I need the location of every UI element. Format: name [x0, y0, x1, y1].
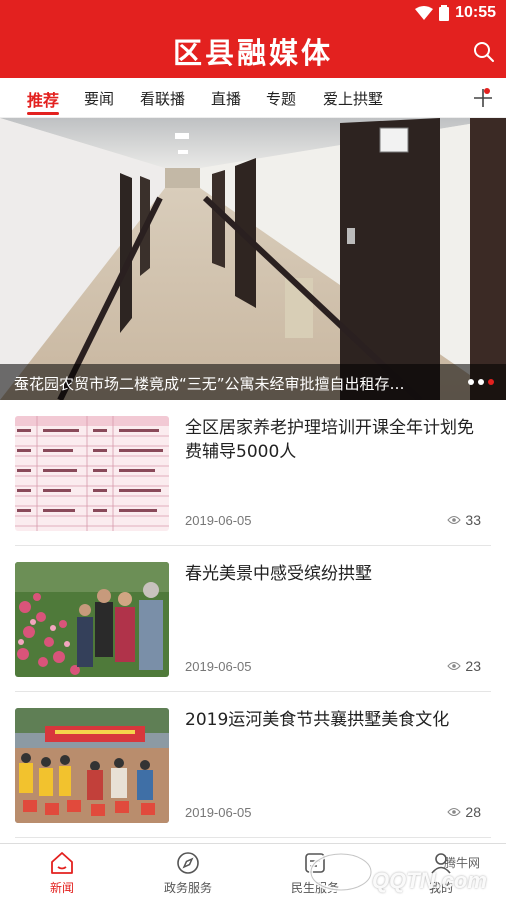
banner-image: [0, 118, 506, 400]
news-title: 全区居家养老护理培训开课全年计划免费辅导5000人: [185, 418, 474, 462]
eye-icon: [447, 516, 462, 524]
tab-topics[interactable]: 专题: [266, 88, 296, 109]
compass-icon: [177, 852, 199, 874]
news-date: 2019-06-05: [185, 659, 252, 674]
view-count: 33: [447, 512, 481, 528]
watermark: 腾牛网 QQTN.com: [306, 848, 496, 896]
channel-tabs: 推荐 要闻 看联播 直播 专题 爱上拱墅: [0, 78, 506, 118]
news-thumbnail: [15, 708, 169, 823]
view-count-value: 23: [465, 658, 481, 674]
news-thumbnail: [15, 562, 169, 677]
status-bar: 10:55: [415, 4, 496, 22]
food-festival-image: [15, 708, 169, 823]
watermark-domain: QQTN.com: [372, 868, 487, 893]
news-thumbnail: [15, 416, 169, 531]
flower-garden-image: [15, 562, 169, 677]
status-time: 10:55: [455, 4, 496, 21]
news-item[interactable]: 春光美景中感受缤纷拱墅 2019-06-05 23: [15, 546, 491, 692]
banner-caption-bar: 蚕花园农贸市场二楼竟成“三无”公寓未经审批擅自出租存…: [0, 364, 506, 400]
search-icon: [474, 42, 494, 62]
nav-label: 新闻: [49, 881, 74, 895]
notification-dot: [484, 88, 490, 94]
nav-government-services[interactable]: 政务服务: [143, 850, 233, 896]
carousel-indicator: [468, 379, 494, 385]
tab-live[interactable]: 直播: [211, 88, 241, 109]
view-count-value: 33: [465, 512, 481, 528]
tab-headlines[interactable]: 要闻: [84, 88, 114, 109]
home-icon: [51, 852, 73, 874]
tab-broadcast[interactable]: 看联播: [140, 88, 185, 109]
app-title: 区县融媒体: [172, 36, 333, 70]
view-count: 28: [447, 804, 481, 820]
table-document-image: [15, 416, 169, 531]
view-count-value: 28: [465, 804, 481, 820]
news-title: 春光美景中感受缤纷拱墅: [185, 564, 372, 584]
tab-recommend[interactable]: 推荐: [27, 87, 59, 111]
plus-icon: [474, 89, 492, 107]
watermark-logo-icon: [309, 852, 373, 892]
banner-caption: 蚕花园农贸市场二楼竟成“三无”公寓未经审批擅自出租存…: [14, 375, 405, 393]
news-item[interactable]: 全区居家养老护理培训开课全年计划免费辅导5000人 2019-06-05 33: [15, 400, 491, 546]
news-title: 2019运河美食节共襄拱墅美食文化: [185, 710, 450, 730]
nav-label: 政务服务: [163, 881, 212, 895]
carousel-dot-active: [488, 379, 494, 385]
news-item[interactable]: 2019运河美食节共襄拱墅美食文化 2019-06-05 28: [15, 692, 491, 838]
news-date: 2019-06-05: [185, 513, 252, 528]
carousel-dot: [478, 379, 484, 385]
eye-icon: [447, 808, 462, 816]
search-button[interactable]: [470, 38, 498, 66]
wifi-icon: [415, 6, 434, 20]
app-header: 10:55 区县融媒体: [0, 0, 506, 78]
nav-news[interactable]: 新闻: [17, 850, 107, 896]
battery-icon: [439, 5, 450, 21]
add-channel-button[interactable]: [470, 84, 496, 110]
carousel-dot: [468, 379, 474, 385]
eye-icon: [447, 662, 462, 670]
featured-banner[interactable]: 蚕花园农贸市场二楼竟成“三无”公寓未经审批擅自出租存…: [0, 118, 506, 400]
news-date: 2019-06-05: [185, 805, 252, 820]
tab-love-gongshu[interactable]: 爱上拱墅: [323, 88, 383, 109]
view-count: 23: [447, 658, 481, 674]
active-tab-indicator: [27, 112, 59, 115]
